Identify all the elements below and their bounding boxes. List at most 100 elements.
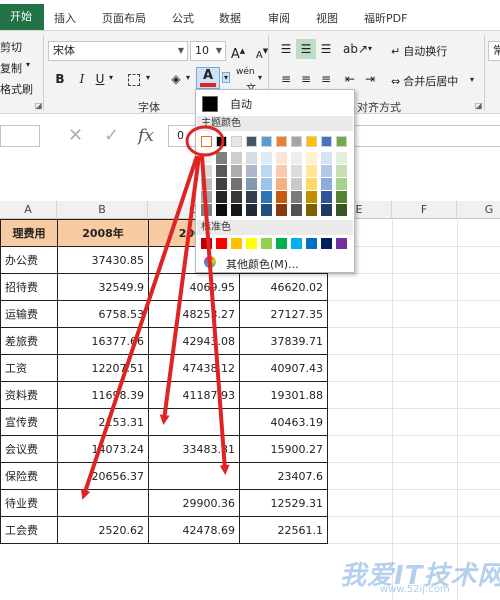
table-cell[interactable]: 20656.37	[57, 462, 149, 490]
theme-color-swatch[interactable]	[246, 136, 257, 147]
standard-color-swatch[interactable]	[291, 238, 302, 249]
align-bottom-button[interactable]: ☰	[316, 39, 336, 59]
table-cell[interactable]: 32549.9	[57, 273, 149, 301]
table-cell[interactable]: 47438.12	[148, 354, 240, 382]
theme-shade-swatch[interactable]	[321, 165, 332, 177]
table-cell[interactable]: 37430.85	[57, 246, 149, 274]
table-cell[interactable]: 37839.71	[239, 327, 328, 355]
theme-shade-swatch[interactable]	[291, 178, 302, 190]
chevron-down-icon[interactable]: ▾	[109, 73, 113, 82]
standard-color-swatch[interactable]	[261, 238, 272, 249]
theme-shade-swatch[interactable]	[336, 165, 347, 177]
copy-button[interactable]: 复制	[0, 60, 22, 76]
standard-color-swatch[interactable]	[336, 238, 347, 249]
number-format-combo[interactable]: 常	[488, 41, 500, 61]
clipboard-launcher-icon[interactable]: ◪	[35, 101, 43, 110]
theme-shade-swatch[interactable]	[246, 178, 257, 190]
format-painter-button[interactable]: 格式刷	[0, 81, 33, 97]
font-size-combo[interactable]: 10 ▼	[190, 41, 226, 61]
theme-shade-swatch[interactable]	[201, 191, 212, 203]
table-cell[interactable]: 2520.62	[57, 516, 149, 544]
increase-font-size-button[interactable]: A▲	[228, 41, 248, 62]
table-cell[interactable]	[148, 408, 240, 436]
table-cell[interactable]: 40907.43	[239, 354, 328, 382]
theme-shade-swatch[interactable]	[216, 178, 227, 190]
table-cell[interactable]: 办公费	[0, 246, 58, 274]
table-cell[interactable]: 差旅费	[0, 327, 58, 355]
theme-shade-swatch[interactable]	[246, 165, 257, 177]
theme-color-swatch[interactable]	[291, 136, 302, 147]
theme-shade-swatch[interactable]	[216, 191, 227, 203]
theme-shade-swatch[interactable]	[201, 178, 212, 190]
table-cell[interactable]: 11698.39	[57, 381, 149, 409]
table-cell[interactable]: 会议费	[0, 435, 58, 463]
theme-color-swatch[interactable]	[336, 136, 347, 147]
table-cell[interactable]: 宣传费	[0, 408, 58, 436]
standard-color-swatch[interactable]	[231, 238, 242, 249]
theme-color-swatch[interactable]	[321, 136, 332, 147]
table-cell[interactable]: 23407.6	[239, 462, 328, 490]
table-cell[interactable]: 22561.1	[239, 516, 328, 544]
theme-shade-swatch[interactable]	[216, 204, 227, 216]
italic-button[interactable]: I	[72, 69, 92, 89]
tab-home[interactable]: 开始	[0, 4, 44, 30]
table-cell[interactable]: 42943.08	[148, 327, 240, 355]
standard-color-swatch[interactable]	[216, 238, 227, 249]
automatic-color-label[interactable]: 自动	[230, 96, 252, 112]
theme-shade-swatch[interactable]	[276, 178, 287, 190]
table-cell[interactable]: 15900.27	[239, 435, 328, 463]
theme-color-swatch[interactable]	[201, 136, 212, 147]
theme-shade-swatch[interactable]	[276, 204, 287, 216]
bold-button[interactable]: B	[50, 69, 70, 89]
table-cell[interactable]: 33483.81	[148, 435, 240, 463]
theme-shade-swatch[interactable]	[291, 165, 302, 177]
table-cell[interactable]: 6758.53	[57, 300, 149, 328]
enter-icon[interactable]: ✓	[104, 125, 119, 147]
theme-shade-swatch[interactable]	[306, 152, 317, 164]
theme-shade-swatch[interactable]	[291, 191, 302, 203]
chevron-down-icon[interactable]: ▾	[368, 44, 372, 53]
table-cell[interactable]: 48253.27	[148, 300, 240, 328]
theme-shade-swatch[interactable]	[261, 152, 272, 164]
table-cell[interactable]: 27127.35	[239, 300, 328, 328]
theme-shade-swatch[interactable]	[306, 191, 317, 203]
table-cell[interactable]: 资料费	[0, 381, 58, 409]
chevron-down-icon[interactable]: ▾	[186, 73, 190, 82]
standard-color-swatch[interactable]	[201, 238, 212, 249]
table-cell[interactable]: 工资	[0, 354, 58, 382]
increase-indent-button[interactable]: ⇥	[360, 69, 380, 89]
table-cell[interactable]: 招待费	[0, 273, 58, 301]
name-box[interactable]	[0, 125, 40, 147]
table-cell[interactable]	[148, 462, 240, 490]
theme-shade-swatch[interactable]	[336, 152, 347, 164]
theme-shade-swatch[interactable]	[261, 178, 272, 190]
table-cell[interactable]: 42478.69	[148, 516, 240, 544]
chevron-down-icon[interactable]: ▾	[258, 73, 262, 82]
theme-shade-swatch[interactable]	[321, 191, 332, 203]
merge-center-button[interactable]: ⇔ 合并后居中	[391, 73, 458, 89]
standard-color-swatch[interactable]	[276, 238, 287, 249]
decrease-indent-button[interactable]: ⇤	[340, 69, 360, 89]
tab-insert[interactable]: 插入	[54, 10, 76, 28]
theme-shade-swatch[interactable]	[246, 191, 257, 203]
standard-color-swatch[interactable]	[246, 238, 257, 249]
align-middle-button[interactable]: ☰	[296, 39, 316, 59]
chevron-down-icon[interactable]: ▾	[470, 75, 474, 84]
theme-shade-swatch[interactable]	[261, 204, 272, 216]
automatic-color-swatch[interactable]	[202, 96, 218, 112]
table-cell[interactable]: 待业费	[0, 489, 58, 517]
cut-button[interactable]: 剪切	[0, 39, 22, 55]
theme-shade-swatch[interactable]	[336, 204, 347, 216]
wrap-text-button[interactable]: ↵ 自动换行	[391, 43, 447, 59]
theme-shade-swatch[interactable]	[261, 165, 272, 177]
theme-shade-swatch[interactable]	[276, 152, 287, 164]
more-colors-item[interactable]: 其他颜色(M)...	[226, 256, 299, 272]
tab-foxit-pdf[interactable]: 福昕PDF	[364, 10, 407, 28]
theme-shade-swatch[interactable]	[306, 165, 317, 177]
theme-shade-swatch[interactable]	[216, 165, 227, 177]
tab-data[interactable]: 数据	[219, 10, 241, 28]
theme-shade-swatch[interactable]	[306, 178, 317, 190]
align-left-button[interactable]: ≡	[276, 69, 296, 89]
theme-shade-swatch[interactable]	[306, 204, 317, 216]
table-cell[interactable]: 40463.19	[239, 408, 328, 436]
